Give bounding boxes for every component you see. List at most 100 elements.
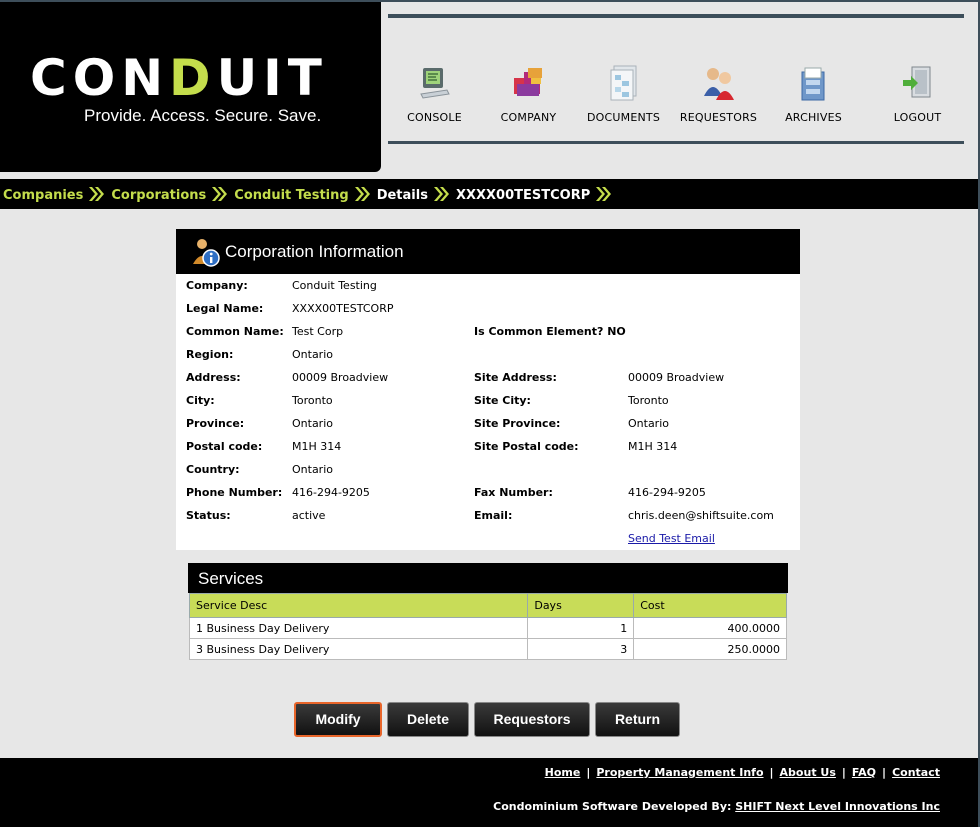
nav-label: ARCHIVES	[785, 111, 842, 124]
send-test-email-link[interactable]: Send Test Email	[628, 532, 715, 545]
site-province-value: Ontario	[628, 417, 669, 430]
nav-documents[interactable]: DOCUMENTS	[576, 64, 671, 124]
footer-credit: Condominium Software Developed By: SHIFT…	[493, 800, 940, 813]
address-value: 00009 Broadview	[292, 371, 389, 384]
common-name-label: Common Name:	[186, 325, 284, 338]
nav-company[interactable]: COMPANY	[481, 64, 576, 124]
corporation-info-title: Corporation Information	[225, 242, 404, 261]
postal-code-label: Postal code:	[186, 440, 263, 453]
cost-cell: 250.0000	[633, 638, 787, 660]
footer-separator: |	[586, 766, 591, 779]
site-postal-code-value: M1H 314	[628, 440, 678, 453]
return-button[interactable]: Return	[595, 702, 680, 737]
nav-archives[interactable]: ARCHIVES	[766, 64, 861, 124]
province-label: Province:	[186, 417, 245, 430]
footer: Home | Property Management Info | About Us | F…	[0, 758, 978, 827]
postal-code-value: M1H 314	[292, 440, 342, 453]
cost-cell: 400.0000	[633, 617, 787, 639]
city-value: Toronto	[292, 394, 333, 407]
breadcrumb-companies[interactable]: Companies	[3, 188, 83, 203]
requestors-button[interactable]: Requestors	[474, 702, 590, 737]
nav-top-rule	[388, 14, 964, 18]
site-postal-code-label: Site Postal code:	[474, 440, 579, 453]
days-cell: 3	[527, 638, 635, 660]
country-value: Ontario	[292, 463, 333, 476]
services-table: Service Desc Days Cost 1 Business Day De…	[188, 593, 787, 660]
service-desc-cell: 3 Business Day Delivery	[188, 638, 529, 660]
logo-tagline: Provide. Access. Secure. Save.	[84, 106, 322, 125]
chevron-right-icon	[433, 187, 449, 201]
documents-icon	[610, 65, 636, 101]
logo-panel: CONDUIT Provide. Access. Secure. Save.	[0, 2, 381, 172]
services-header-row: Service Desc Days Cost	[188, 593, 787, 618]
email-label: Email:	[474, 509, 513, 522]
footer-link-about-us[interactable]: About Us	[780, 766, 836, 779]
site-address-value: 00009 Broadview	[628, 371, 725, 384]
corporation-info-icon	[193, 239, 220, 267]
console-icon	[419, 68, 450, 99]
breadcrumb-bar: Companies Corporations Conduit Testing Deta…	[0, 179, 978, 209]
common-name-value: Test Corp	[292, 325, 344, 338]
breadcrumb-conduit-testing[interactable]: Conduit Testing	[234, 188, 348, 203]
corporation-info-panel: Corporation Information Company: Conduit…	[176, 229, 800, 550]
chevron-right-icon	[596, 187, 612, 201]
column-header-service-desc: Service Desc	[188, 593, 529, 618]
company-icon	[513, 68, 542, 96]
breadcrumb-details: Details	[376, 188, 428, 203]
nav-label: COMPANY	[500, 111, 557, 124]
logout-icon	[902, 66, 930, 98]
footer-link-faq[interactable]: FAQ	[852, 766, 876, 779]
site-province-label: Site Province:	[474, 417, 561, 430]
footer-separator: |	[769, 766, 774, 779]
chevron-right-icon	[354, 187, 370, 201]
chevron-right-icon	[212, 187, 228, 201]
footer-credit-link[interactable]: SHIFT Next Level Innovations Inc	[735, 800, 940, 813]
footer-link-home[interactable]: Home	[545, 766, 581, 779]
column-header-days: Days	[527, 593, 635, 618]
requestors-icon	[703, 68, 734, 100]
nav-label: DOCUMENTS	[586, 111, 661, 124]
breadcrumb: Companies Corporations Conduit Testing Deta…	[3, 186, 618, 203]
address-label: Address:	[186, 371, 241, 384]
fax-value: 416-294-9205	[628, 486, 706, 499]
phone-label: Phone Number:	[186, 486, 283, 499]
fax-label: Fax Number:	[474, 486, 553, 499]
breadcrumb-current: XXXX00TESTCORP	[455, 188, 591, 203]
nav-requestors[interactable]: REQUESTORS	[671, 64, 766, 124]
region-value: Ontario	[292, 348, 333, 361]
company-label: Company:	[186, 279, 248, 292]
nav-label: LOGOUT	[893, 111, 942, 124]
site-address-label: Site Address:	[474, 371, 557, 384]
phone-value: 416-294-9205	[292, 486, 370, 499]
footer-separator: |	[882, 766, 887, 779]
delete-button[interactable]: Delete	[387, 702, 469, 737]
services-header: Services	[188, 563, 788, 593]
footer-separator: |	[841, 766, 846, 779]
archives-icon	[801, 67, 824, 101]
column-header-cost: Cost	[633, 593, 787, 618]
nav-console[interactable]: CONSOLE	[387, 64, 482, 124]
status-value: active	[292, 509, 326, 522]
region-label: Region:	[186, 348, 234, 361]
nav-label: CONSOLE	[407, 111, 462, 124]
legal-name-value: XXXX00TESTCORP	[292, 302, 394, 315]
common-element-label: Is Common Element? NO	[474, 325, 626, 338]
site-city-label: Site City:	[474, 394, 531, 407]
footer-link-property-management-info[interactable]: Property Management Info	[596, 766, 763, 779]
nav-label: REQUESTORS	[679, 111, 758, 124]
conduit-logo[interactable]: CONDUIT	[30, 52, 328, 104]
status-label: Status:	[186, 509, 231, 522]
service-desc-cell: 1 Business Day Delivery	[188, 617, 529, 639]
modify-button[interactable]: Modify	[294, 702, 382, 737]
nav-logout[interactable]: LOGOUT	[870, 64, 965, 124]
footer-links: Home | Property Management Info | About Us | F…	[545, 766, 940, 779]
country-label: Country:	[186, 463, 240, 476]
footer-credit-prefix: Condominium Software Developed By:	[493, 800, 732, 813]
footer-link-contact[interactable]: Contact	[892, 766, 940, 779]
chevron-right-icon	[89, 187, 105, 201]
table-row: 1 Business Day Delivery 1 400.0000	[188, 617, 787, 639]
nav-bottom-rule	[388, 141, 964, 144]
email-value: chris.deen@shiftsuite.com	[628, 509, 774, 522]
corporation-info-header: Corporation Information	[176, 229, 800, 274]
breadcrumb-corporations[interactable]: Corporations	[111, 188, 206, 203]
